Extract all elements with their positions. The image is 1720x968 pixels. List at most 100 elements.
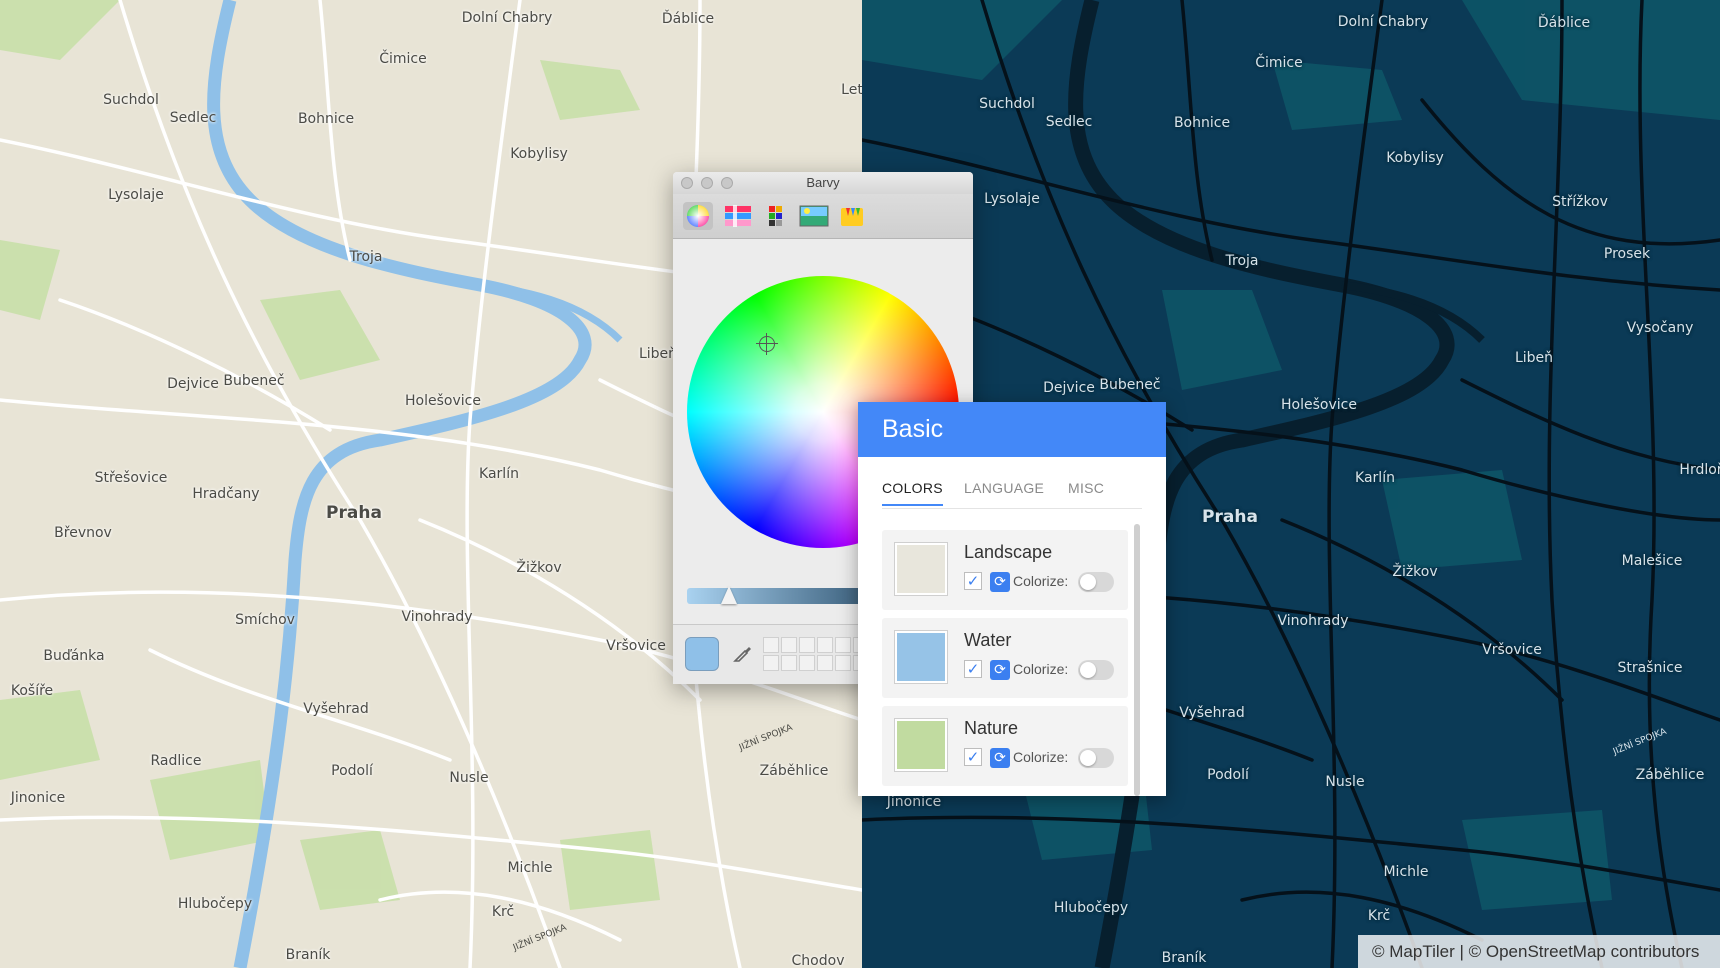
favorite-swatch-slot[interactable]: [763, 655, 779, 671]
place-label: Sedlec: [169, 110, 217, 126]
place-label: Troja: [1225, 253, 1259, 269]
layers-scrollbar-thumb[interactable]: [1134, 524, 1140, 796]
basic-settings-panel: Basic COLORS LANGUAGE MISC Landscape ✓ ⟳…: [858, 402, 1166, 796]
favorite-swatch-slot[interactable]: [781, 637, 797, 653]
toggle-knob: [1080, 574, 1096, 590]
place-label: Jinonice: [886, 794, 942, 810]
place-label: Krč: [491, 904, 515, 920]
layer-row-water: Water ✓ ⟳ Colorize:: [882, 618, 1128, 698]
favorite-swatch-slot[interactable]: [763, 637, 779, 653]
colorize-label: Colorize:: [1013, 661, 1069, 677]
water-visible-checkbox[interactable]: ✓: [964, 660, 982, 678]
image-palettes-icon: [799, 205, 829, 227]
place-label: Holešovice: [405, 393, 481, 409]
place-label: Čimice: [1255, 55, 1303, 71]
color-wheel-icon: [687, 205, 709, 227]
eyedropper-icon[interactable]: [731, 641, 755, 665]
place-label: Košíře: [10, 683, 54, 699]
place-label: Lysolaje: [108, 187, 164, 203]
place-label: Karlín: [479, 466, 519, 482]
color-picker-titlebar[interactable]: Barvy: [673, 172, 973, 194]
place-label: Hradčany: [192, 486, 260, 502]
favorite-swatch-slot[interactable]: [799, 655, 815, 671]
tab-misc[interactable]: MISC: [1068, 480, 1104, 496]
favorite-swatch-slot[interactable]: [781, 655, 797, 671]
landscape-visible-checkbox[interactable]: ✓: [964, 572, 982, 590]
favorite-swatch-slot[interactable]: [835, 637, 851, 653]
crosshair-icon[interactable]: [756, 333, 778, 355]
color-picker-toolbar: [673, 194, 973, 239]
place-label: Záběhlice: [759, 763, 829, 779]
place-label: Chodov: [791, 953, 845, 968]
landscape-colorize-toggle[interactable]: [1078, 572, 1114, 592]
place-label: Nusle: [449, 770, 489, 786]
current-color-swatch[interactable]: [685, 637, 719, 671]
refresh-icon[interactable]: ⟳: [990, 572, 1010, 592]
favorite-swatch-slot[interactable]: [799, 637, 815, 653]
color-wheel-tab[interactable]: [683, 202, 713, 230]
tab-colors[interactable]: COLORS: [882, 480, 943, 506]
favorite-swatch-slot[interactable]: [817, 637, 833, 653]
layer-name: Water: [964, 630, 1012, 650]
place-label: Krč: [1367, 908, 1391, 924]
place-label: Hlubočepy: [1053, 900, 1129, 916]
place-label: Vysočany: [1626, 320, 1694, 336]
colorize-label: Colorize:: [1013, 749, 1069, 765]
place-label: Let: [841, 82, 862, 98]
place-label: Vinohrady: [401, 609, 473, 625]
layer-row-nature: Nature ✓ ⟳ Colorize:: [882, 706, 1128, 786]
place-label: Braník: [1161, 950, 1207, 966]
tab-language[interactable]: LANGUAGE: [964, 480, 1044, 496]
water-color-swatch[interactable]: [894, 630, 948, 684]
place-label: Ďáblice: [661, 11, 715, 27]
place-label: Hlubočepy: [177, 896, 253, 912]
nature-color-swatch[interactable]: [894, 718, 948, 772]
place-label: Michle: [1383, 864, 1429, 880]
panel-title: Basic: [858, 402, 1166, 457]
landscape-color-fill: [897, 545, 945, 593]
water-colorize-toggle[interactable]: [1078, 660, 1114, 680]
nature-color-fill: [897, 721, 945, 769]
color-palettes-tab[interactable]: [761, 202, 791, 230]
place-label: Vinohrady: [1277, 613, 1349, 629]
pencils-icon: [841, 208, 863, 226]
layers-scrollbar[interactable]: [1134, 524, 1140, 796]
landscape-color-swatch[interactable]: [894, 542, 948, 596]
place-label: Praha: [326, 503, 382, 523]
refresh-icon[interactable]: ⟳: [990, 748, 1010, 768]
place-label: Záběhlice: [1635, 767, 1705, 783]
brightness-slider-thumb[interactable]: [721, 586, 737, 604]
image-palettes-tab[interactable]: [799, 202, 829, 230]
pencils-tab[interactable]: [837, 202, 867, 230]
favorite-swatch-slot[interactable]: [817, 655, 833, 671]
place-label: Střížkov: [1552, 194, 1608, 210]
place-label: Libeň: [1514, 350, 1554, 366]
layer-name: Landscape: [964, 542, 1053, 562]
map-attribution[interactable]: © MapTiler | © OpenStreetMap contributor…: [1358, 935, 1720, 968]
place-label: Lysolaje: [984, 191, 1040, 207]
color-sliders-tab[interactable]: [723, 202, 753, 230]
nature-visible-checkbox[interactable]: ✓: [964, 748, 982, 766]
place-label: Bubeneč: [223, 373, 285, 389]
place-label: Jinonice: [10, 790, 66, 806]
place-label: Suchdol: [979, 96, 1035, 112]
water-color-fill: [897, 633, 945, 681]
place-label: Radlice: [150, 753, 202, 769]
place-label: Bohnice: [1173, 115, 1231, 131]
favorite-swatch-slot[interactable]: [835, 655, 851, 671]
place-label: Dejvice: [167, 376, 219, 392]
place-label: Kobylisy: [1386, 150, 1444, 166]
colorize-label: Colorize:: [1013, 573, 1069, 589]
place-label: Žižkov: [516, 560, 562, 576]
place-label: Čimice: [379, 51, 427, 67]
place-label: Dolní Chabry: [461, 10, 553, 26]
refresh-icon[interactable]: ⟳: [990, 660, 1010, 680]
place-label: Podolí: [331, 763, 373, 779]
nature-colorize-toggle[interactable]: [1078, 748, 1114, 768]
place-label: Dejvice: [1043, 380, 1095, 396]
place-label: Libeň: [638, 346, 678, 362]
place-label: Braník: [285, 947, 331, 963]
place-label: Vršovice: [606, 638, 666, 654]
place-label: Smíchov: [235, 612, 295, 628]
place-label: Strašnice: [1617, 660, 1683, 676]
